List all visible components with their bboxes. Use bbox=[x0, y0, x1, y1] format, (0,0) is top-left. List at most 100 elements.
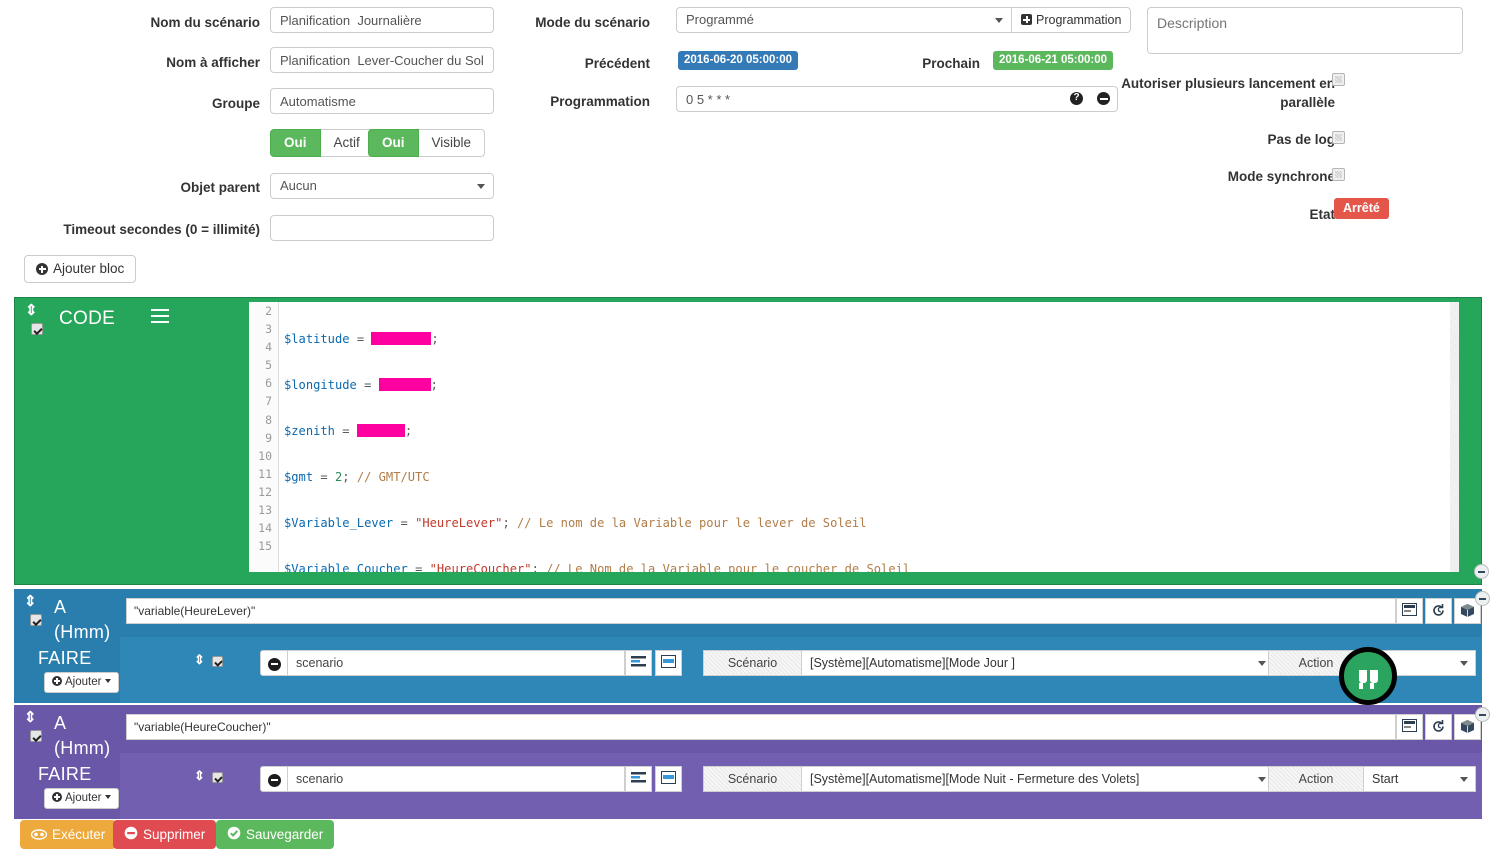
sunset-action-tag: Action bbox=[1268, 766, 1364, 792]
chevron-down-icon bbox=[1258, 661, 1266, 666]
form-window-icon[interactable] bbox=[1396, 598, 1423, 624]
action-drag-handle-icon[interactable]: ⇕ bbox=[194, 653, 205, 666]
chevron-down-icon bbox=[477, 184, 485, 189]
action-drag-handle-icon[interactable]: ⇕ bbox=[194, 769, 205, 782]
label-parallel: Autoriser plusieurs lancement en parallè… bbox=[1121, 76, 1335, 110]
schedule-help-button[interactable] bbox=[1063, 86, 1091, 112]
sunset-action-value: Start bbox=[1372, 772, 1399, 786]
align-list-icon[interactable] bbox=[625, 650, 652, 676]
sunset-scenario-tag: Scénario bbox=[703, 766, 802, 792]
sunrise-condition-input[interactable] bbox=[126, 598, 1396, 624]
visible-toggle[interactable]: Oui Visible bbox=[368, 129, 486, 157]
block-code-header: ⇕ CODE bbox=[15, 298, 121, 584]
label-schedule: Programmation bbox=[550, 94, 650, 109]
block-sunset-title-line1: A bbox=[54, 713, 67, 733]
parallel-checkbox[interactable] bbox=[1332, 73, 1345, 86]
sunset-condition-input[interactable] bbox=[126, 714, 1396, 740]
block-sunrise-header: ⇕ A (Hmm) FAIRE Ajouter bbox=[14, 589, 120, 703]
block-code-enable-checkbox[interactable] bbox=[31, 323, 43, 335]
plus-square-icon bbox=[1021, 14, 1032, 25]
chevron-down-icon bbox=[1460, 777, 1468, 782]
line-number: 10 bbox=[258, 448, 272, 463]
block-sunset-collapse-button[interactable] bbox=[1475, 707, 1490, 722]
chevron-down-icon bbox=[995, 18, 1003, 23]
sunrise-action-remove-button[interactable] bbox=[260, 650, 288, 676]
form-row-icon[interactable] bbox=[655, 650, 682, 676]
line-number: 7 bbox=[265, 394, 272, 409]
sunset-action-enable-checkbox[interactable] bbox=[212, 772, 223, 783]
label-scenario-mode: Mode du scénario bbox=[535, 15, 650, 30]
active-toggle-yes[interactable]: Oui bbox=[270, 129, 321, 157]
execute-button[interactable]: Exécuter bbox=[20, 820, 117, 849]
hamburger-icon[interactable] bbox=[151, 309, 169, 327]
code-line: $Variable_Coucher = "HeureCoucher"; // L… bbox=[284, 562, 911, 572]
label-sync-mode: Mode synchrone bbox=[1227, 169, 1335, 184]
block-code-collapse-button[interactable] bbox=[1474, 564, 1489, 579]
sunrise-action-type-input[interactable] bbox=[288, 650, 625, 676]
active-toggle-label[interactable]: Actif bbox=[320, 129, 374, 157]
code-line: $zenith = ; bbox=[284, 424, 413, 439]
question-circle-icon bbox=[1070, 91, 1083, 105]
scenario-mode-select[interactable]: Programmé bbox=[676, 7, 1012, 33]
block-sunrise-add-button[interactable]: Ajouter bbox=[44, 672, 120, 693]
drag-handle-icon[interactable]: ⇕ bbox=[24, 594, 37, 609]
form-row-icon[interactable] bbox=[655, 766, 682, 792]
sync-mode-checkbox[interactable] bbox=[1332, 168, 1345, 181]
sunset-action-remove-button[interactable] bbox=[260, 766, 288, 792]
delete-button[interactable]: Supprimer bbox=[113, 820, 217, 849]
code-gutter: 2 3 4 5 6 7 8 9 10 11 12 13 14 15 bbox=[249, 302, 279, 572]
line-number: 2 bbox=[265, 304, 272, 318]
code-editor-scrollbar[interactable] bbox=[1450, 302, 1459, 572]
block-sunrise-enable-checkbox[interactable] bbox=[30, 614, 42, 626]
block-sunset-enable-checkbox[interactable] bbox=[30, 730, 42, 742]
visible-toggle-label[interactable]: Visible bbox=[418, 129, 486, 157]
drag-handle-icon[interactable]: ⇕ bbox=[25, 303, 38, 318]
cursor-click-marker bbox=[1339, 647, 1397, 705]
form-window-icon[interactable] bbox=[1396, 714, 1423, 740]
schedule-remove-button[interactable] bbox=[1090, 86, 1118, 112]
schedule-input[interactable] bbox=[676, 86, 1064, 112]
block-sunset-title-line2: (Hmm) bbox=[54, 738, 111, 758]
sunrise-action-enable-checkbox[interactable] bbox=[212, 656, 223, 667]
block-sunset: ⇕ A (Hmm) FAIRE Ajouter ⇕ bbox=[14, 705, 1490, 819]
label-next: Prochain bbox=[922, 56, 980, 71]
sunrise-scenario-select[interactable]: [Système][Automatisme][Mode Jour ] bbox=[802, 650, 1274, 676]
scenario-editor-page: Nom du scénario Nom à afficher Groupe Ou… bbox=[0, 0, 1496, 853]
execute-button-label: Exécuter bbox=[52, 827, 106, 842]
sunset-action-type-input[interactable] bbox=[288, 766, 625, 792]
code-editor[interactable]: 2 3 4 5 6 7 8 9 10 11 12 13 14 15 $latit… bbox=[249, 302, 1459, 572]
drag-handle-icon[interactable]: ⇕ bbox=[24, 710, 37, 725]
no-log-checkbox[interactable] bbox=[1332, 131, 1345, 144]
save-button[interactable]: Sauvegarder bbox=[216, 820, 335, 849]
block-code: ⇕ CODE 2 3 4 5 6 7 8 9 10 11 12 13 14 15 bbox=[14, 297, 1489, 585]
line-number: 13 bbox=[258, 503, 272, 518]
label-previous: Précédent bbox=[584, 56, 650, 71]
plus-circle-icon bbox=[52, 792, 62, 802]
align-list-icon[interactable] bbox=[625, 766, 652, 792]
code-line: $Variable_Lever = "HeureLever"; // Le no… bbox=[284, 516, 867, 531]
history-icon[interactable] bbox=[1425, 714, 1452, 740]
parent-object-select[interactable]: Aucun bbox=[270, 173, 494, 199]
label-scenario-name: Nom du scénario bbox=[150, 15, 260, 30]
label-timeout: Timeout secondes (0 = illimité) bbox=[63, 222, 260, 237]
label-no-log: Pas de log bbox=[1267, 132, 1335, 147]
block-sunset-add-button[interactable]: Ajouter bbox=[44, 788, 120, 809]
label-display-name: Nom à afficher bbox=[166, 55, 260, 70]
sunset-scenario-select[interactable]: [Système][Automatisme][Mode Nuit - Ferme… bbox=[802, 766, 1274, 792]
add-block-button[interactable]: Ajouter bloc bbox=[24, 255, 137, 283]
block-sunrise-collapse-button[interactable] bbox=[1475, 591, 1490, 606]
code-line: $gmt = 2; // GMT/UTC bbox=[284, 470, 430, 485]
history-icon[interactable] bbox=[1425, 598, 1452, 624]
label-parent-object: Objet parent bbox=[180, 180, 260, 195]
delete-button-label: Supprimer bbox=[143, 827, 206, 842]
line-number: 4 bbox=[265, 340, 272, 355]
description-textarea[interactable] bbox=[1147, 7, 1463, 54]
line-number: 11 bbox=[258, 466, 272, 481]
sunset-action-select[interactable]: Start bbox=[1364, 766, 1476, 792]
code-content[interactable]: $latitude = ; $longitude = ; $zenith = ;… bbox=[280, 302, 1459, 572]
line-number: 14 bbox=[258, 521, 272, 536]
active-toggle[interactable]: Oui Actif bbox=[270, 129, 374, 157]
visible-toggle-yes[interactable]: Oui bbox=[368, 129, 419, 157]
timeout-input[interactable] bbox=[270, 215, 494, 241]
programmation-button[interactable]: Programmation bbox=[1012, 7, 1132, 33]
